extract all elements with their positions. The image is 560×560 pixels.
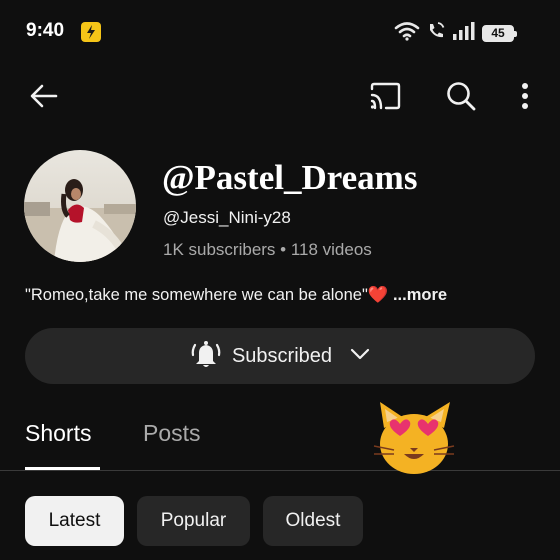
chip-popular[interactable]: Popular bbox=[137, 496, 250, 546]
heart-emoji: ❤️ bbox=[367, 286, 389, 304]
channel-handle: @Jessi_Nini-y28 bbox=[163, 208, 291, 227]
bell-ringing-icon bbox=[190, 339, 222, 374]
channel-meta: 1K subscribers • 118 videos bbox=[163, 240, 372, 259]
signal-icon bbox=[452, 21, 476, 45]
more-vert-icon[interactable] bbox=[510, 76, 540, 116]
status-icons: 45 bbox=[394, 21, 517, 46]
cast-icon[interactable] bbox=[364, 76, 406, 116]
tab-divider bbox=[0, 470, 560, 471]
subscribed-button[interactable]: Subscribed bbox=[25, 328, 535, 384]
wifi-icon bbox=[394, 21, 420, 46]
chevron-down-icon bbox=[350, 347, 370, 365]
subscribed-label: Subscribed bbox=[231, 344, 333, 367]
tab-posts[interactable]: Posts bbox=[143, 420, 201, 447]
channel-name: @Pastel_Dreams bbox=[162, 158, 418, 197]
wifi-call-icon bbox=[426, 21, 446, 46]
channel-avatar[interactable] bbox=[24, 150, 136, 262]
flipkart-bolt-icon bbox=[81, 22, 101, 42]
more-link[interactable]: ...more bbox=[388, 286, 447, 304]
description-text: "Romeo,take me somewhere we can be alone… bbox=[25, 286, 368, 304]
chip-oldest[interactable]: Oldest bbox=[263, 496, 363, 546]
tab-shorts[interactable]: Shorts bbox=[25, 420, 91, 447]
back-arrow-icon[interactable] bbox=[24, 76, 64, 116]
search-icon[interactable] bbox=[441, 76, 481, 116]
heart-eyes-cat-emoji bbox=[370, 398, 458, 478]
channel-description[interactable]: "Romeo,take me somewhere we can be alone… bbox=[25, 286, 447, 305]
status-time: 9:40 bbox=[26, 20, 65, 41]
battery-icon: 45 bbox=[482, 24, 517, 42]
chip-latest[interactable]: Latest bbox=[25, 496, 124, 546]
